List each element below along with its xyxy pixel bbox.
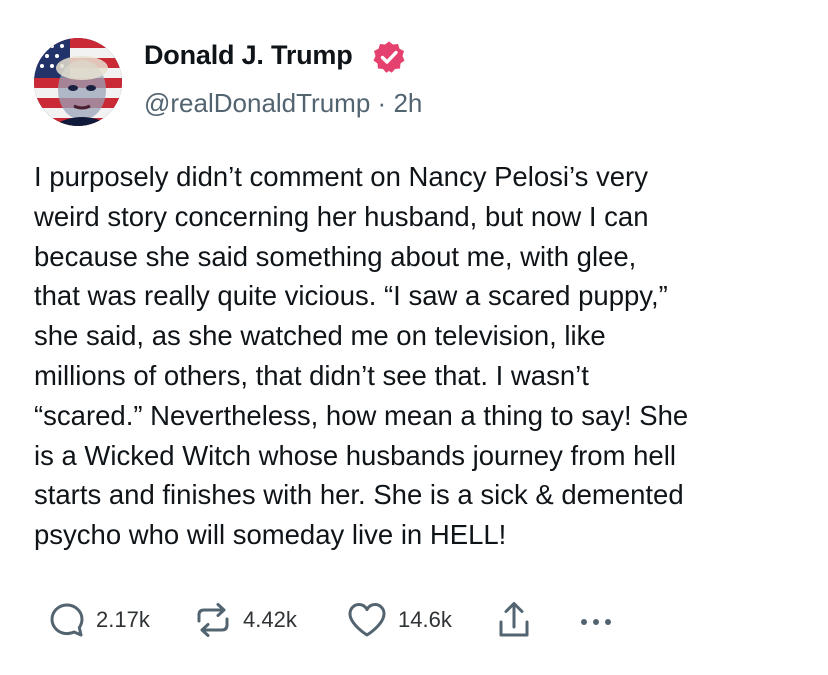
timestamp[interactable]: 2h: [393, 88, 422, 118]
post-text-line: that was really quite vicious. “I saw a …: [34, 280, 668, 312]
handle[interactable]: @realDonaldTrump: [144, 88, 370, 118]
verified-badge-icon: [373, 41, 405, 73]
repost-icon: [197, 603, 229, 637]
post-text-line: weird story concerning her husband, but …: [34, 200, 649, 232]
more-button[interactable]: [576, 600, 616, 640]
reply-button[interactable]: 2.17k: [48, 600, 150, 640]
post-text-line: millions of others, that didn’t see that…: [34, 359, 589, 391]
share-button[interactable]: [496, 600, 532, 640]
post-card: Donald J. Trump @realDonaldTrump · 2h I …: [0, 0, 828, 675]
post-text-line: I purposely didn’t comment on Nancy Pelo…: [34, 161, 648, 192]
display-name[interactable]: Donald J. Trump: [144, 40, 353, 71]
reply-count: 2.17k: [96, 607, 150, 632]
post-text: I purposely didn’t comment on Nancy Pelo…: [34, 157, 809, 555]
like-button[interactable]: 14.6k: [346, 600, 452, 640]
reply-icon: [50, 603, 84, 637]
avatar-image: [34, 38, 122, 126]
action-bar: 2.17k 4.42k 14.6k: [48, 600, 668, 640]
post-text-line: is a Wicked Witch whose husbands journey…: [34, 439, 676, 471]
more-icon: [581, 619, 611, 625]
post-text-line: “scared.” Nevertheless, how mean a thing…: [34, 399, 689, 431]
repost-count: 4.42k: [243, 607, 297, 632]
heart-icon: [348, 603, 386, 637]
like-count: 14.6k: [398, 607, 452, 632]
avatar[interactable]: [34, 38, 122, 126]
post-text-line: starts and finishes with her. She is a s…: [34, 479, 684, 511]
post-text-line: psycho who will someday live in HELL!: [34, 519, 507, 551]
post-text-line: she said, as she watched me on televisio…: [34, 320, 606, 352]
meta-separator: ·: [377, 88, 387, 118]
repost-button[interactable]: 4.42k: [193, 600, 297, 640]
post-meta: @realDonaldTrump · 2h: [144, 88, 422, 119]
share-icon: [499, 602, 529, 637]
post-text-line: because she said something about me, wit…: [34, 240, 637, 272]
